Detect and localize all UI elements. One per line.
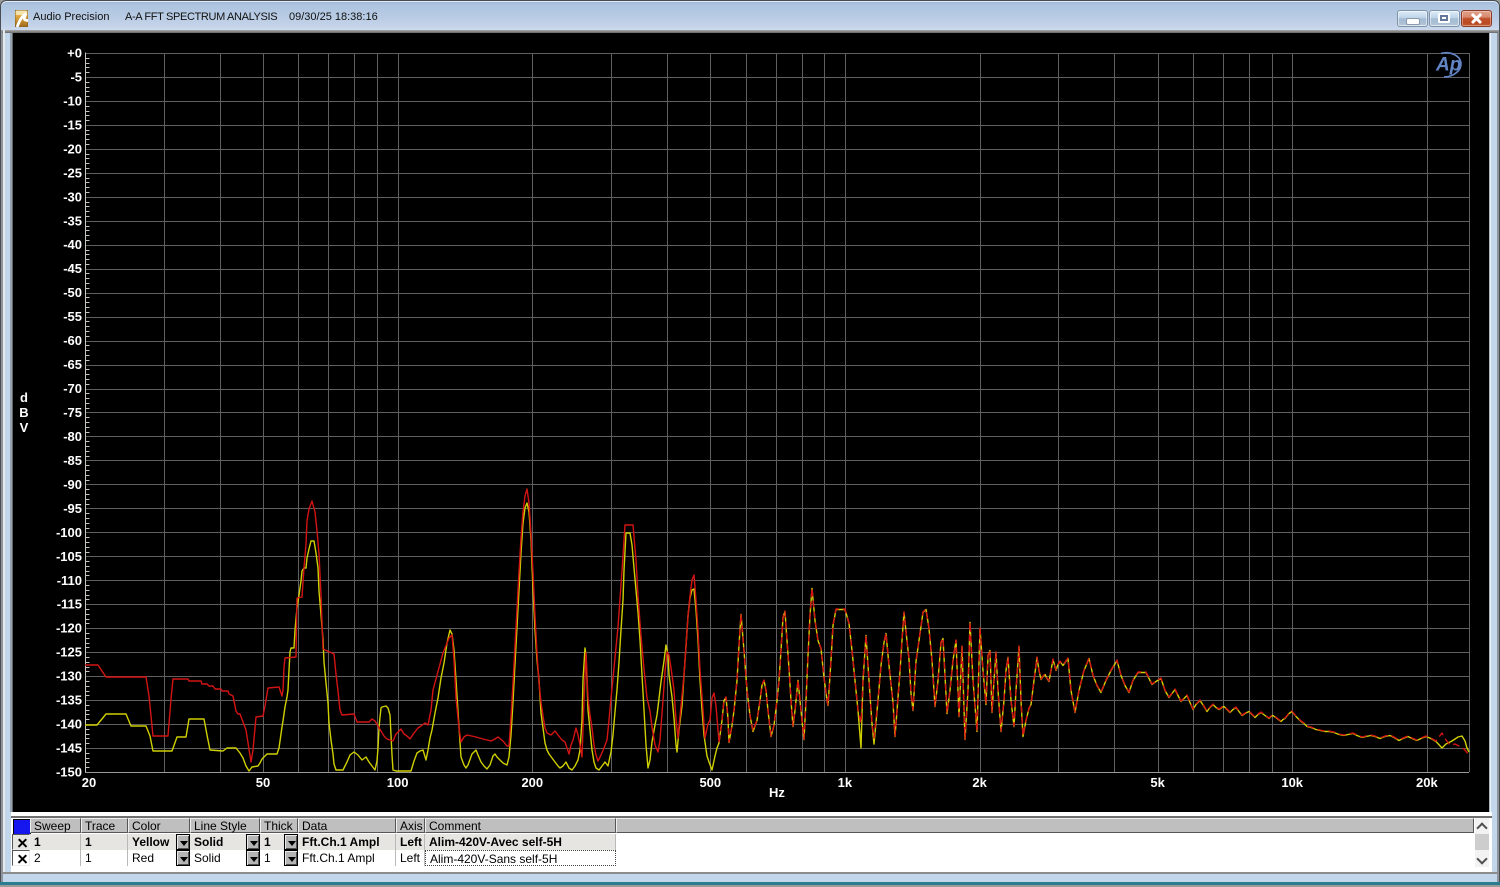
svg-text:100: 100 (387, 775, 409, 790)
svg-text:200: 200 (521, 775, 543, 790)
svg-text:50: 50 (256, 775, 270, 790)
svg-text:-30: -30 (63, 189, 82, 204)
svg-text:-75: -75 (63, 405, 82, 420)
svg-text:-135: -135 (56, 693, 82, 708)
svg-text:20k: 20k (1416, 775, 1438, 790)
svg-text:Hz: Hz (769, 785, 785, 800)
svg-text:10k: 10k (1281, 775, 1303, 790)
svg-text:-115: -115 (57, 597, 82, 612)
svg-text:-5: -5 (70, 70, 82, 85)
svg-text:-105: -105 (56, 549, 82, 564)
svg-text:-125: -125 (56, 645, 82, 660)
svg-text:20: 20 (82, 775, 96, 790)
svg-text:V: V (20, 420, 29, 435)
svg-text:5k: 5k (1150, 775, 1165, 790)
svg-text:-25: -25 (63, 165, 82, 180)
svg-text:-70: -70 (63, 381, 82, 396)
svg-text:2k: 2k (972, 775, 987, 790)
svg-text:-60: -60 (63, 333, 82, 348)
svg-text:-45: -45 (63, 261, 82, 276)
svg-text:+0: +0 (67, 46, 82, 61)
svg-text:-140: -140 (56, 717, 82, 732)
svg-text:-65: -65 (63, 357, 82, 372)
svg-text:-130: -130 (56, 669, 82, 684)
svg-text:-150: -150 (56, 765, 82, 780)
svg-text:-10: -10 (63, 93, 82, 108)
svg-text:-80: -80 (63, 429, 82, 444)
svg-text:1k: 1k (838, 775, 853, 790)
svg-text:500: 500 (699, 775, 721, 790)
svg-text:-95: -95 (63, 501, 82, 516)
svg-text:-40: -40 (63, 237, 82, 252)
svg-text:-55: -55 (63, 309, 82, 324)
svg-text:-35: -35 (63, 213, 82, 228)
svg-text:-90: -90 (63, 477, 82, 492)
svg-text:-100: -100 (56, 525, 82, 540)
svg-text:-85: -85 (63, 453, 82, 468)
svg-text:-15: -15 (63, 117, 82, 132)
svg-text:B: B (19, 405, 28, 420)
svg-text:d: d (20, 390, 28, 405)
svg-text:-50: -50 (63, 285, 82, 300)
svg-text:-145: -145 (56, 741, 82, 756)
svg-text:-120: -120 (56, 621, 82, 636)
svg-text:-20: -20 (63, 141, 82, 156)
svg-text:-110: -110 (57, 573, 82, 588)
